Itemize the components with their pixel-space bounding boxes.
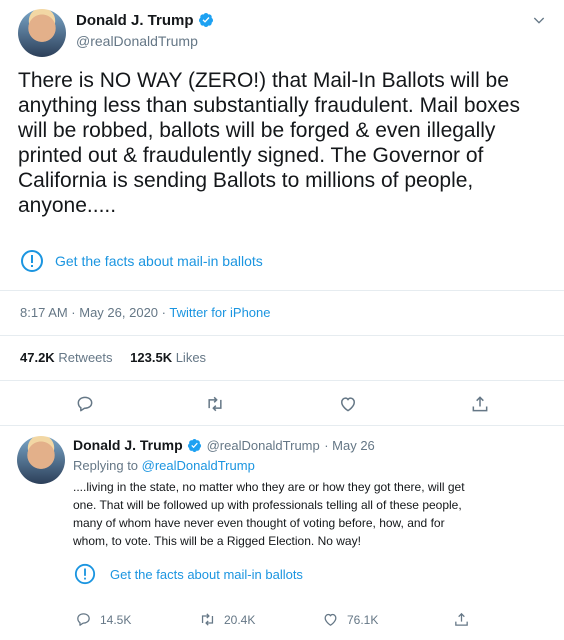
divider [0,425,564,426]
tweet-text-line: California is sending Ballots to million… [18,169,474,192]
like-count: 76.1K [347,612,379,627]
share-icon[interactable] [453,611,470,628]
reply-fact-check-link[interactable]: Get the facts about mail-in ballots [74,563,303,585]
tweet-time[interactable]: 8:17 AM · May 26, 2020 · [20,305,169,320]
reply-action-reply[interactable]: 14.5K [75,611,131,628]
likes-label: Likes [175,350,207,365]
replying-to-handle[interactable]: @realDonaldTrump [142,458,255,473]
reply-author-avatar[interactable] [17,436,65,484]
fact-check-label[interactable]: Get the facts about mail-in ballots [55,253,263,269]
like-icon[interactable] [338,394,358,414]
reply-action-like[interactable]: 76.1K [322,611,378,628]
reply-count: 14.5K [100,612,132,627]
engagement-stats: 47.2K Retweets 123.5K Likes [20,350,206,365]
tweet-text-line: There is NO WAY (ZERO!) that Mail-In Bal… [18,69,509,92]
tweet-text-line: anything less than substantially fraudul… [18,94,520,117]
tweet-text-line: printed out & fraudulently signed. The G… [18,144,484,167]
likes-count: 123.5K [130,350,173,365]
tweet-text: There is NO WAY (ZERO!) that Mail-In Bal… [18,68,548,218]
author-handle[interactable]: @realDonaldTrump [76,33,214,49]
replying-to-prefix: Replying to [73,458,142,473]
retweets-stat[interactable]: 47.2K Retweets [20,350,116,365]
chevron-down-icon[interactable] [531,12,547,28]
tweet-text-line: anyone..... [18,194,117,217]
author-name[interactable]: Donald J. Trump [76,12,194,29]
reply-text-line: ....living in the state, no matter who t… [73,480,465,494]
author-avatar[interactable] [18,9,66,57]
replying-to: Replying to @realDonaldTrump [73,458,255,473]
retweet-icon[interactable] [205,394,225,414]
retweets-label: Retweets [58,350,113,365]
author-info: Donald J. Trump @realDonaldTrump [76,12,214,49]
reply-text-line: whom, to vote. This will be a Rigged Ele… [73,534,361,548]
reply-date[interactable]: · May 26 [324,438,375,453]
share-icon[interactable] [470,394,490,414]
reply-header: Donald J. Trump @realDonaldTrump · May 2… [73,437,375,455]
likes-stat[interactable]: 123.5K Likes [130,350,206,365]
reply-author-handle[interactable]: @realDonaldTrump [207,438,320,453]
reply-action-retweet[interactable]: 20.4K [199,611,255,628]
reply-icon[interactable] [75,394,95,414]
like-icon [324,613,337,626]
reply-fact-check-label[interactable]: Get the facts about mail-in ballots [110,567,303,582]
verified-badge-icon [198,13,213,27]
tweet-timestamp: 8:17 AM · May 26, 2020 · Twitter for iPh… [20,305,271,320]
divider [0,335,564,336]
reply-text-line: one. That will be followed up with profe… [73,498,462,512]
divider [0,290,564,291]
reply-text: ....living in the state, no matter who t… [73,478,465,550]
fact-check-link[interactable]: Get the facts about mail-in ballots [20,249,263,273]
reply-icon [77,613,90,626]
reply-author-name[interactable]: Donald J. Trump [73,437,183,453]
retweets-count: 47.2K [20,350,55,365]
info-icon [74,563,96,585]
info-icon [21,250,43,272]
reply-text-line: many of whom have never even thought of … [73,516,445,530]
divider [0,380,564,381]
retweet-count: 20.4K [224,612,256,627]
tweet-text-line: will be robbed, ballots will be forged &… [18,119,496,142]
tweet-source[interactable]: Twitter for iPhone [169,305,270,320]
retweet-icon [201,613,214,626]
verified-badge-icon [188,438,202,453]
